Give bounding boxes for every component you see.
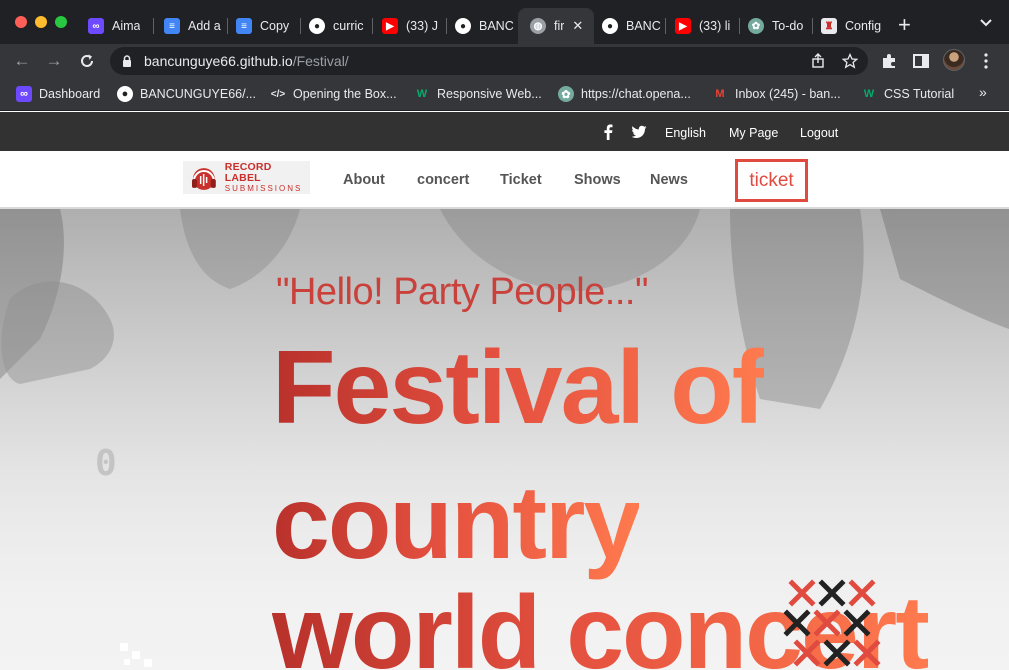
nav-about[interactable]: About [343,172,385,188]
w3-icon: W [863,88,875,100]
hero-title-line-1: Festival of [272,330,766,446]
browser-window: ∞ Aima ≡ Add a ≡ Copy ● curric ▶ (33) J … [0,0,1009,670]
bookmark-dashboard[interactable]: ∞ Dashboard [16,85,100,103]
tab-active-festival[interactable]: ◍ fir ✕ [518,8,594,44]
hero-title-line-2: country [272,465,641,581]
share-icon[interactable] [810,53,826,69]
tab-banc-2[interactable]: ● BANC [590,8,666,44]
ticket-button[interactable]: ticket [735,159,808,202]
more-menu-icon[interactable] [984,53,988,69]
decorative-dot-pattern [783,579,881,667]
hero-greeting: "Hello! Party People..." [276,271,648,313]
close-window-button[interactable] [15,16,27,28]
tab-youtube-2[interactable]: ▶ (33) li [663,8,739,44]
decorative-counter: 0 [95,443,117,484]
code-icon: </> [270,88,286,100]
youtube-icon: ▶ [382,18,398,34]
w3-icon: W [416,88,428,100]
tab-strip: ∞ Aima ≡ Add a ≡ Copy ● curric ▶ (33) J … [0,0,1009,44]
twitter-icon[interactable] [631,124,647,140]
site-logo[interactable]: RECORD LABEL SUBMISSIONS [183,161,310,194]
bookmark-star-icon[interactable] [842,53,858,69]
globe-icon: ◍ [530,18,546,34]
tab-aima[interactable]: ∞ Aima [76,8,152,44]
bookmark-gmail-inbox[interactable]: M Inbox (245) - ban... [712,85,840,103]
bookmarks-overflow-chevron[interactable]: » [979,84,987,100]
aima-icon: ∞ [88,18,104,34]
new-tab-button[interactable]: + [898,14,911,36]
decorative-pixels [120,643,152,667]
bookmark-css-tutorial[interactable]: W CSS Tutorial [861,85,954,103]
bookmark-opening-the-box[interactable]: </> Opening the Box... [270,85,397,103]
lock-icon [123,55,131,67]
maximize-window-button[interactable] [55,16,67,28]
google-docs-icon: ≡ [236,18,252,34]
site-navigation: RECORD LABEL SUBMISSIONS About concert T… [0,151,1009,209]
hero-section: 0 "Hello! Party People..." Festival of c… [0,209,1009,670]
my-page-link[interactable]: My Page [729,126,778,140]
tab-add-a[interactable]: ≡ Add a [152,8,228,44]
github-icon: ● [117,86,133,102]
facebook-icon[interactable] [600,124,616,140]
logout-link[interactable]: Logout [800,126,838,140]
language-english-link[interactable]: English [665,126,706,140]
gmail-icon: M [715,88,725,100]
tab-config[interactable]: ♜ Config [809,8,885,44]
back-arrow-icon[interactable]: ← [12,51,32,71]
tab-curric[interactable]: ● curric [297,8,373,44]
nav-shows[interactable]: Shows [574,172,621,188]
profile-avatar[interactable] [943,49,965,71]
chatgpt-icon: ✿ [748,18,764,34]
bookmark-github[interactable]: ● BANCUNGUYE66/... [117,85,256,103]
bookmarks-bar: ∞ Dashboard ● BANCUNGUYE66/... </> Openi… [0,78,1009,111]
reload-icon[interactable] [78,52,96,70]
nav-news[interactable]: News [650,172,688,188]
github-icon: ● [602,18,618,34]
aima-icon: ∞ [16,86,32,102]
tab-youtube-1[interactable]: ▶ (33) J [370,8,446,44]
github-icon: ● [309,18,325,34]
youtube-icon: ▶ [675,18,691,34]
nav-concert[interactable]: concert [417,172,469,188]
chatgpt-icon: ✿ [558,86,574,102]
minimize-window-button[interactable] [35,16,47,28]
bookmark-responsive-web[interactable]: W Responsive Web... [414,85,542,103]
google-docs-icon: ≡ [164,18,180,34]
bookmark-chatgpt[interactable]: ✿ https://chat.opena... [558,85,691,103]
nav-ticket[interactable]: Ticket [500,172,542,188]
tab-search-chevron-icon[interactable] [978,14,994,30]
site-topbar: English My Page Logout [0,112,1009,151]
tab-banc-1[interactable]: ● BANC [443,8,519,44]
logo-title: RECORD LABEL [224,161,272,184]
browser-toolbar: ← → bancunguye66.github.io/Festival/ [0,44,1009,78]
tab-todo[interactable]: ✿ To-do [736,8,812,44]
config-icon: ♜ [821,18,837,34]
logo-subtitle: SUBMISSIONS [224,184,303,193]
extensions-puzzle-icon[interactable] [880,52,898,70]
forward-arrow-icon[interactable]: → [44,51,64,71]
tab-copy[interactable]: ≡ Copy [224,8,300,44]
headphones-logo-icon [191,167,216,190]
url-path: /Festival/ [292,53,349,69]
side-panel-icon[interactable] [912,52,930,70]
close-tab-icon[interactable]: ✕ [572,18,583,34]
url-host: bancunguye66.github.io [144,53,293,69]
github-icon: ● [455,18,471,34]
address-bar[interactable]: bancunguye66.github.io/Festival/ [110,47,868,75]
